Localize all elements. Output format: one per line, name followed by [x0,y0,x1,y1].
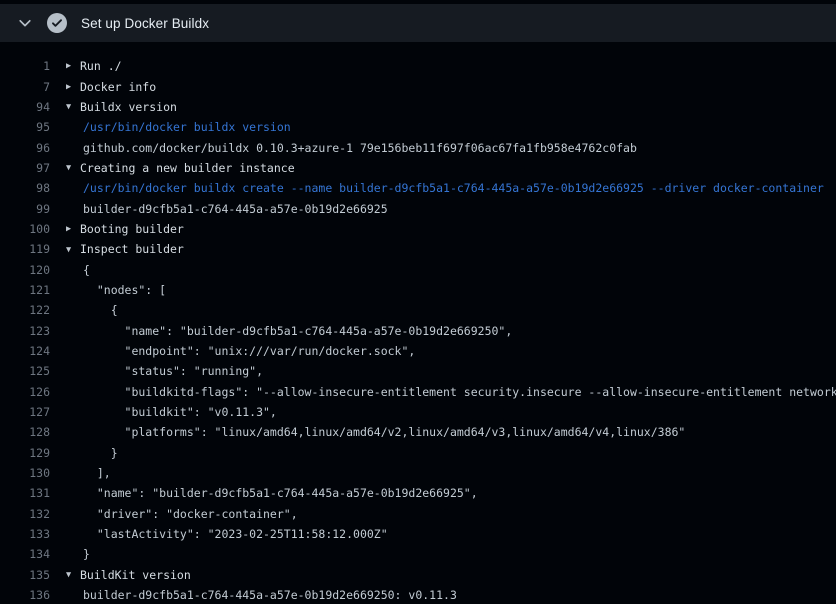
group-expanded-arrow-icon: ▼ [66,102,80,112]
line-number[interactable]: 98 [0,181,50,195]
line-number[interactable]: 125 [0,364,50,378]
log-output-line: 129 } [0,443,836,463]
line-number[interactable]: 128 [0,425,50,439]
log-output-line: 134 } [0,544,836,564]
line-number[interactable]: 119 [0,242,50,256]
log-command-line: 95 /usr/bin/docker buildx version [0,117,836,137]
log-output-line: 136 builder-d9cfb5a1-c764-445a-a57e-0b19… [0,585,836,604]
log-output-line: 133 "lastActivity": "2023-02-25T11:58:12… [0,524,836,544]
line-number[interactable]: 132 [0,507,50,521]
log-group-header: 135 ▼ BuildKit version [0,565,836,585]
log-output-line: 126 "buildkitd-flags": "--allow-insecure… [0,382,836,402]
line-number[interactable]: 123 [0,324,50,338]
line-number[interactable]: 99 [0,202,50,216]
log-group-header: 97 ▼ Creating a new builder instance [0,158,836,178]
line-number[interactable]: 94 [0,100,50,114]
log-group-header: 7 ▶ Docker info [0,76,836,96]
line-number[interactable]: 129 [0,446,50,460]
step-header[interactable]: Set up Docker Buildx [0,4,836,42]
log-output-line: 124 "endpoint": "unix:///var/run/docker.… [0,341,836,361]
line-number[interactable]: 7 [0,80,50,94]
line-number[interactable]: 122 [0,303,50,317]
log-output-line: 127 "buildkit": "v0.11.3", [0,402,836,422]
line-number[interactable]: 135 [0,568,50,582]
log-output-line: 120 { [0,259,836,279]
log-group-header: 94 ▼ Buildx version [0,97,836,117]
line-number[interactable]: 96 [0,141,50,155]
log-output-line: 131 "name": "builder-d9cfb5a1-c764-445a-… [0,483,836,503]
step-title: Set up Docker Buildx [81,16,209,31]
group-expanded-arrow-icon: ▼ [66,570,80,580]
line-number[interactable]: 127 [0,405,50,419]
group-expanded-arrow-icon: ▼ [66,245,80,255]
line-number[interactable]: 133 [0,527,50,541]
group-expanded-arrow-icon: ▼ [66,163,80,173]
log-output-line: 99 builder-d9cfb5a1-c764-445a-a57e-0b19d… [0,198,836,218]
log-group-header: 119 ▼ Inspect builder [0,239,836,259]
line-number[interactable]: 95 [0,120,50,134]
line-number[interactable]: 100 [0,222,50,236]
line-number[interactable]: 131 [0,486,50,500]
line-number[interactable]: 126 [0,385,50,399]
log-output-line: 96 github.com/docker/buildx 0.10.3+azure… [0,137,836,157]
line-number[interactable]: 121 [0,283,50,297]
check-circle-icon [47,13,67,33]
log-command-line: 98 /usr/bin/docker buildx create --name … [0,178,836,198]
line-number[interactable]: 1 [0,59,50,73]
log-output: 1 ▶ Run ./ 7 ▶ Docker info 94 ▼ Buildx v… [0,56,836,604]
group-collapsed-arrow-icon: ▶ [66,61,80,71]
line-number[interactable]: 130 [0,466,50,480]
group-collapsed-arrow-icon: ▶ [66,82,80,92]
chevron-down-icon[interactable] [17,15,33,31]
log-output-line: 123 "name": "builder-d9cfb5a1-c764-445a-… [0,320,836,340]
line-number[interactable]: 134 [0,547,50,561]
log-output-line: 125 "status": "running", [0,361,836,381]
log-group-header: 1 ▶ Run ./ [0,56,836,76]
log-group-header: 100 ▶ Booting builder [0,219,836,239]
log-output-line: 128 "platforms": "linux/amd64,linux/amd6… [0,422,836,442]
line-number[interactable]: 97 [0,161,50,175]
log-output-line: 130 ], [0,463,836,483]
line-number[interactable]: 120 [0,263,50,277]
log-output-line: 121 "nodes": [ [0,280,836,300]
log-output-line: 122 { [0,300,836,320]
line-number[interactable]: 124 [0,344,50,358]
log-output-line: 132 "driver": "docker-container", [0,504,836,524]
group-collapsed-arrow-icon: ▶ [66,224,80,234]
line-number[interactable]: 136 [0,588,50,602]
